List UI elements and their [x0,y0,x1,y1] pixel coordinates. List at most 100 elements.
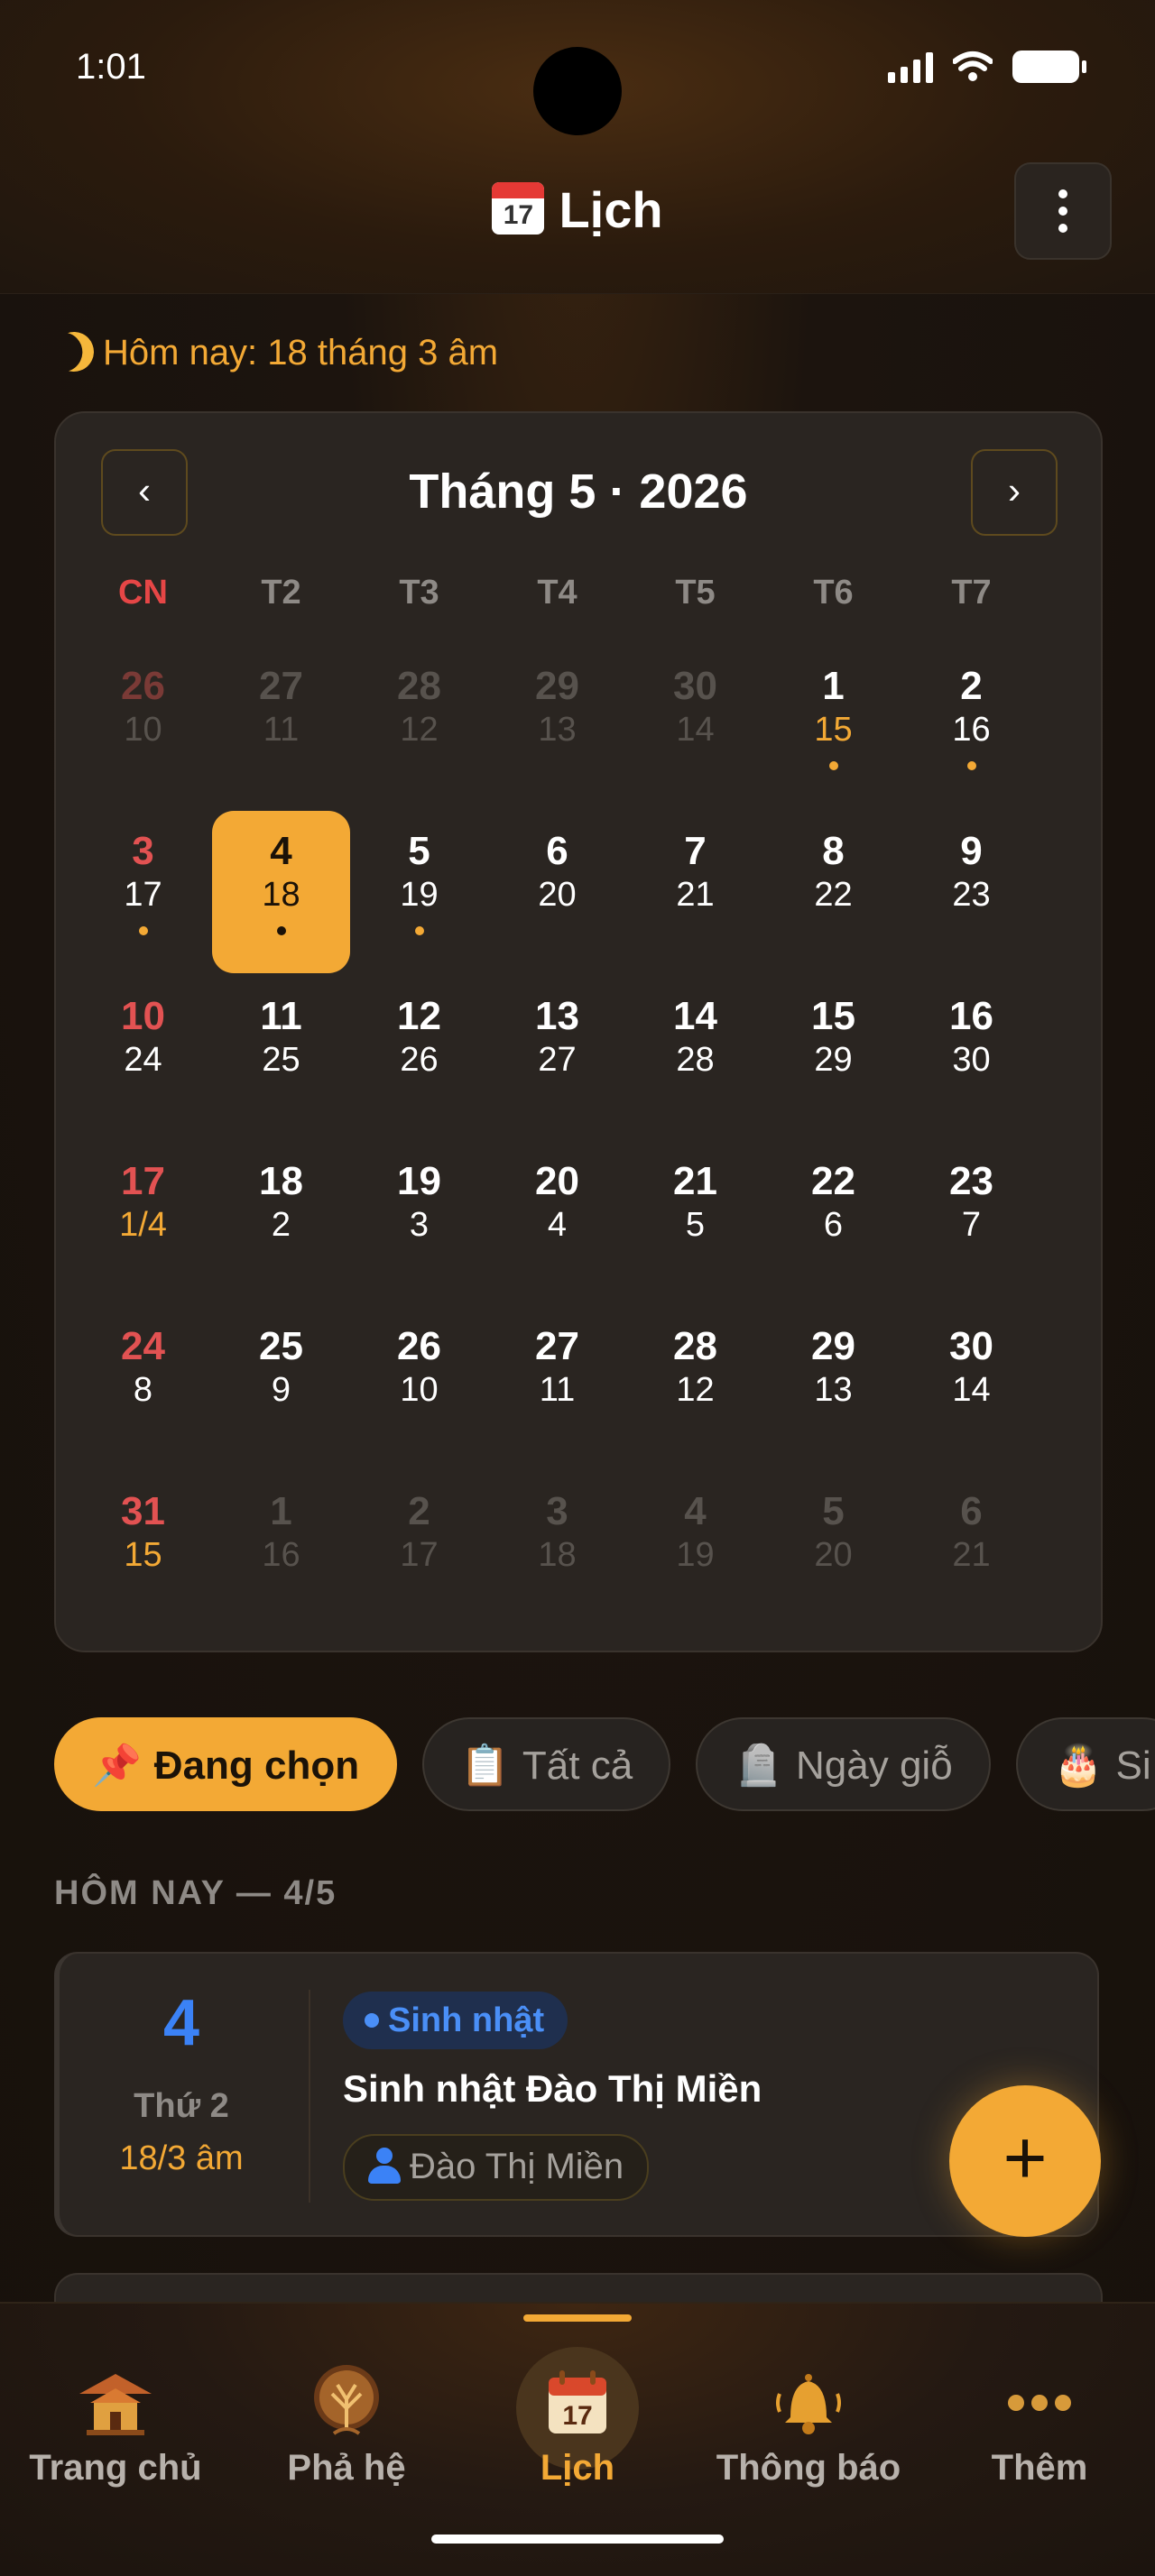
event-person-chip[interactable]: Đào Thị Miền [343,2134,650,2201]
day-cell[interactable]: 3 18 [488,1464,626,1629]
solar-day: 8 [822,829,845,873]
event-dot-icon [277,926,286,935]
day-cell[interactable]: 22 6 [764,1134,902,1299]
solar-day: 4 [684,1489,707,1533]
solar-day: 11 [260,994,302,1038]
filter-chip[interactable]: 📌 Đang chọn [54,1717,398,1811]
calendar-week: 10 24 11 25 12 26 13 27 14 28 15 29 16 30 [74,969,1040,1134]
solar-day: 6 [960,1489,983,1533]
day-cell[interactable]: 10 24 [74,969,212,1134]
weekday-label: T6 [813,574,854,612]
add-event-button[interactable]: + [949,2085,1101,2237]
lunar-day: 3 [409,1206,430,1244]
calendar-week: 26 10 27 11 28 12 29 13 30 14 1 15 2 16 [74,639,1040,804]
event-card[interactable]: 4 Thứ 2 18/3 âm Sinh nhật Sinh nhật Đào … [54,1952,1099,2237]
day-cell[interactable]: 17 1/4 [74,1134,212,1299]
day-cell[interactable]: 5 19 [350,804,488,969]
day-cell[interactable]: 20 4 [488,1134,626,1299]
day-cell[interactable]: 6 21 [902,1464,1040,1629]
day-cell[interactable]: 6 20 [488,804,626,969]
day-cell[interactable]: 14 28 [626,969,764,1134]
solar-day: 31 [121,1489,165,1533]
solar-day: 12 [397,994,441,1038]
day-cell[interactable]: 18 2 [212,1134,350,1299]
day-cell[interactable]: 9 23 [902,804,1040,969]
solar-day: 14 [673,994,717,1038]
day-cell[interactable]: 29 13 [488,639,626,804]
solar-day: 28 [673,1324,717,1368]
day-cell[interactable]: 30 14 [902,1299,1040,1464]
day-cell[interactable]: 1 16 [212,1464,350,1629]
day-cell[interactable]: 7 21 [626,804,764,969]
status-time: 1:01 [76,47,146,87]
solar-day: 9 [960,829,983,873]
lunar-day: 19 [676,1536,715,1574]
day-cell[interactable]: 27 11 [212,639,350,804]
nav-item-family-tree[interactable]: Phả hệ [231,2304,462,2520]
day-cell[interactable]: 21 5 [626,1134,764,1299]
next-month-button[interactable]: › [971,449,1058,536]
lunar-day: 2 [271,1206,291,1244]
solar-day: 29 [811,1324,855,1368]
calendar-card: ‹ Tháng 5 · 2026 › CN T2 T3 T4 T5 T6 T7 26 10 27… [54,411,1103,1652]
solar-day: 27 [259,664,303,708]
solar-day: 13 [535,994,579,1038]
day-cell[interactable]: 28 12 [350,639,488,804]
solar-day: 1 [822,664,845,708]
day-cell[interactable]: 4 19 [626,1464,764,1629]
day-cell[interactable]: 15 29 [764,969,902,1134]
calendar-grid: 26 10 27 11 28 12 29 13 30 14 1 15 2 16 3 17 4 18 5 19 6 20 7 2… [74,639,1040,1629]
day-cell[interactable]: 16 30 [902,969,1040,1134]
lunar-day: 20 [814,1536,853,1574]
nav-item-calendar[interactable]: 17 Lịch [462,2304,693,2520]
lunar-day: 20 [538,876,577,914]
day-cell[interactable]: 1 15 [764,639,902,804]
more-menu-button[interactable] [1014,162,1112,260]
filter-chip[interactable]: 📋 Tất cả [422,1717,671,1811]
person-icon [366,2148,402,2184]
weekday-label: T3 [399,574,439,612]
day-cell[interactable]: 12 26 [350,969,488,1134]
day-cell[interactable]: 25 9 [212,1299,350,1464]
filter-chip[interactable]: 🪦 Ngày giỗ [696,1717,991,1811]
day-cell[interactable]: 26 10 [74,639,212,804]
lunar-day: 29 [814,1041,853,1079]
day-cell[interactable]: 2 16 [902,639,1040,804]
today-lunar-date: Hôm nay: 18 tháng 3 âm [54,332,498,373]
day-cell[interactable]: 5 20 [764,1464,902,1629]
day-cell[interactable]: 31 15 [74,1464,212,1629]
day-cell[interactable]: 29 13 [764,1299,902,1464]
nav-item-home[interactable]: Trang chủ [0,2304,231,2520]
nav-item-more[interactable]: Thêm [924,2304,1155,2520]
wifi-icon [953,51,993,81]
day-cell-selected[interactable]: 4 18 [212,804,350,973]
lunar-day: 11 [539,1371,576,1409]
day-cell[interactable]: 11 25 [212,969,350,1134]
lunar-day: 7 [961,1206,982,1244]
more-dots-icon [1008,2395,1071,2411]
solar-day: 18 [259,1159,303,1203]
camera-cutout [533,47,622,135]
solar-day: 26 [397,1324,441,1368]
lunar-day: 21 [676,876,715,914]
day-cell[interactable]: 19 3 [350,1134,488,1299]
battery-icon [1012,51,1086,83]
event-dot-icon [415,926,424,935]
temple-icon [79,2374,152,2435]
day-cell[interactable]: 30 14 [626,639,764,804]
solar-day: 22 [811,1159,855,1203]
day-cell[interactable]: 23 7 [902,1134,1040,1299]
day-cell[interactable]: 3 17 [74,804,212,969]
weekday-label: T7 [951,574,992,612]
nav-item-notifications[interactable]: Thông báo [693,2304,924,2520]
solar-day: 2 [960,664,983,708]
day-cell[interactable]: 24 8 [74,1299,212,1464]
day-cell[interactable]: 8 22 [764,804,902,969]
day-cell[interactable]: 28 12 [626,1299,764,1464]
filter-chip[interactable]: 🎂 Si [1015,1717,1155,1811]
day-cell[interactable]: 27 11 [488,1299,626,1464]
day-cell[interactable]: 26 10 [350,1299,488,1464]
solar-day: 29 [535,664,579,708]
day-cell[interactable]: 2 17 [350,1464,488,1629]
day-cell[interactable]: 13 27 [488,969,626,1134]
